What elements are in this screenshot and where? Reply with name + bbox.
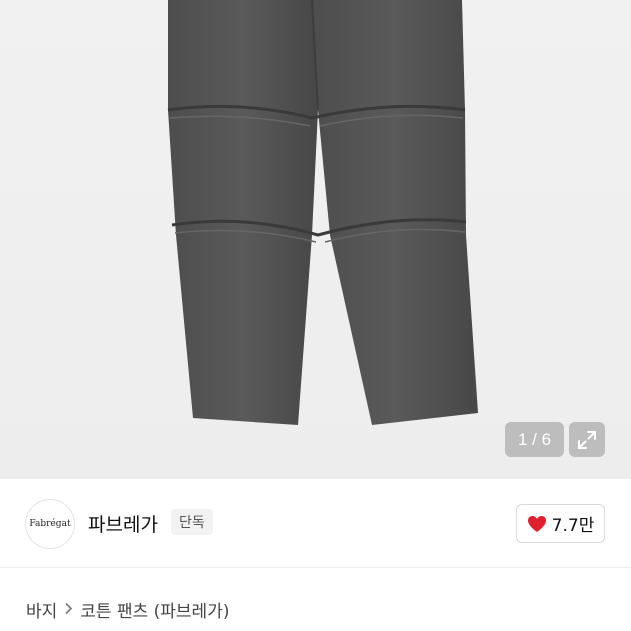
brand-name[interactable]: 파브레가 (88, 510, 158, 537)
divider (0, 567, 631, 568)
heart-icon (527, 515, 546, 532)
expand-arrows-icon (578, 430, 596, 449)
brand-logo-text: Fabrégat (29, 519, 71, 529)
brand-row: Fabrégat 파브레가 단독 7.7만 (0, 479, 631, 567)
exclusive-badge: 단독 (171, 509, 213, 535)
expand-button[interactable] (569, 422, 605, 457)
like-count: 7.7만 (551, 516, 595, 536)
breadcrumb-product: 코튼 팬츠 (파브레가) (80, 602, 230, 622)
chevron-right-icon (64, 601, 73, 619)
breadcrumb: 바지 코튼 팬츠 (파브레가) (26, 597, 229, 622)
product-image (167, 0, 478, 425)
breadcrumb-category[interactable]: 바지 (26, 597, 57, 622)
image-counter: 1 / 6 (505, 422, 564, 457)
like-button[interactable]: 7.7만 (516, 504, 605, 543)
product-image-gallery[interactable]: 1 / 6 (0, 0, 631, 479)
brand-logo[interactable]: Fabrégat (25, 499, 75, 549)
